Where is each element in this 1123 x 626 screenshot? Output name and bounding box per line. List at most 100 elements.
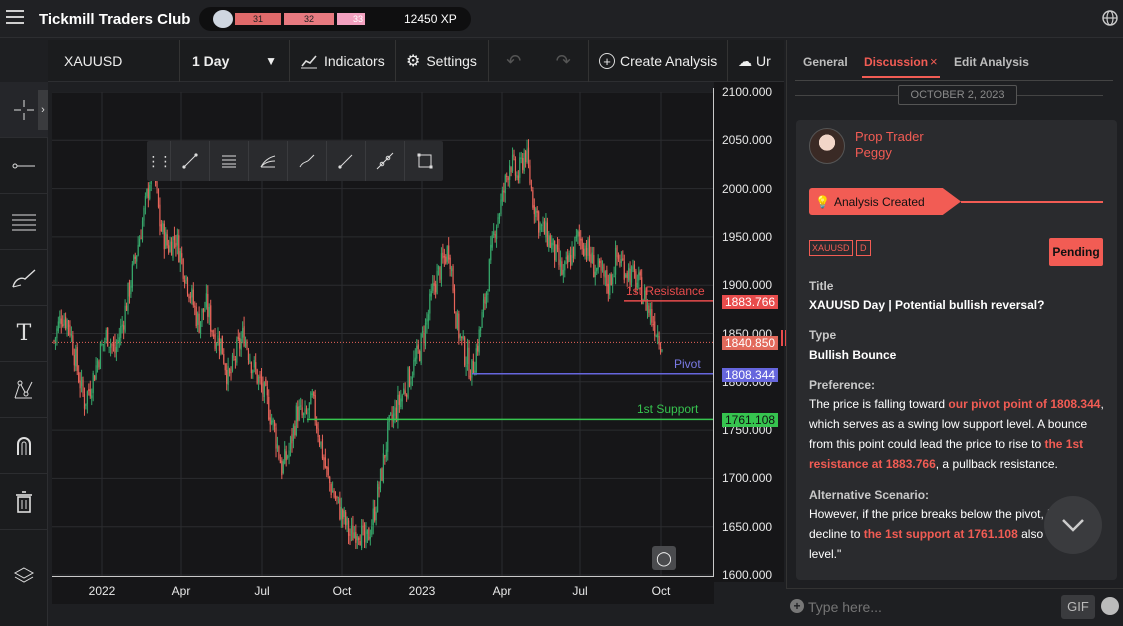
- trendline-tool[interactable]: [0, 138, 48, 194]
- candle-body: [410, 381, 412, 385]
- parallel-channel-icon[interactable]: [210, 141, 249, 181]
- tab-general[interactable]: General: [803, 55, 848, 69]
- close-tab-icon[interactable]: ×: [930, 54, 938, 69]
- expand-arrow-icon[interactable]: ›: [38, 90, 48, 130]
- globe-icon[interactable]: [1101, 9, 1119, 27]
- candle-body: [156, 181, 158, 189]
- candle-body: [481, 312, 483, 328]
- time-axis[interactable]: [52, 576, 714, 604]
- candle-body: [455, 311, 457, 329]
- resistance-price-tag: 1883.766: [722, 295, 779, 309]
- candle-body: [452, 265, 454, 291]
- candle-body: [423, 333, 425, 343]
- message-input[interactable]: [808, 596, 1048, 618]
- candle-body: [108, 346, 110, 348]
- candle-body: [436, 270, 438, 295]
- candle-body: [498, 213, 501, 219]
- rectangle-icon[interactable]: [405, 141, 444, 181]
- candle-body: [163, 223, 165, 250]
- candle-body: [578, 231, 580, 237]
- chart-toolbar: XAUUSD 1 Day ▼ Indicators ⚙ Settings ↶ ↷ + C…: [48, 40, 784, 82]
- pattern-tool[interactable]: [0, 362, 48, 418]
- candle-body: [571, 248, 573, 265]
- candle-body: [224, 363, 226, 371]
- candle-body: [237, 336, 239, 340]
- timeframe-select[interactable]: 1 Day ▼: [180, 40, 290, 82]
- text-tool[interactable]: T: [0, 306, 48, 362]
- candle-body: [639, 271, 641, 276]
- preference-text: The price is falling toward our pivot po…: [809, 394, 1107, 474]
- analysis-created-banner: 💡 Analysis Created: [809, 188, 961, 215]
- candle-body: [111, 344, 113, 346]
- tab-edit-analysis[interactable]: Edit Analysis: [954, 55, 1029, 69]
- bulb-icon: 💡: [815, 194, 830, 209]
- candle-body: [604, 271, 607, 278]
- candle-body: [207, 293, 209, 317]
- symbol-selector[interactable]: XAUUSD: [48, 40, 180, 82]
- candle-body: [561, 261, 563, 275]
- scroll-down-button[interactable]: [1044, 496, 1102, 554]
- candle-body: [538, 211, 540, 233]
- fib-tool[interactable]: [0, 194, 48, 250]
- menu-icon[interactable]: [6, 10, 24, 24]
- indicators-button[interactable]: Indicators: [290, 40, 396, 82]
- candle-body: [583, 248, 585, 257]
- candle-body: [307, 412, 309, 414]
- candle-body: [657, 333, 659, 338]
- candle-body: [252, 370, 254, 374]
- candle-body: [648, 305, 650, 313]
- candle-body: [569, 255, 572, 266]
- drag-handle-icon[interactable]: ⋮⋮: [147, 141, 173, 181]
- candle-body: [580, 238, 582, 241]
- layers-tool[interactable]: [0, 548, 48, 604]
- candle-body: [398, 394, 400, 405]
- ray-icon[interactable]: [327, 141, 366, 181]
- candle-body: [424, 322, 427, 346]
- candle-body: [83, 394, 86, 409]
- emoji-icon[interactable]: [1101, 597, 1119, 615]
- candle-body: [95, 365, 97, 379]
- redo-icon[interactable]: ↷: [556, 51, 571, 72]
- pivot-label: Pivot: [674, 357, 701, 371]
- pen-icon[interactable]: [288, 141, 327, 181]
- segment-tool-icon[interactable]: [171, 141, 210, 181]
- alternative-label: Alternative Scenario:: [809, 488, 930, 502]
- add-icon[interactable]: +: [790, 599, 804, 613]
- candle-body: [186, 278, 189, 294]
- candle-body: [147, 187, 149, 198]
- tab-discussion[interactable]: Discussion: [864, 55, 928, 69]
- candle-body: [469, 375, 472, 380]
- candle-body: [53, 340, 55, 342]
- extended-line-icon[interactable]: [366, 141, 405, 181]
- chevron-down-icon: [1062, 519, 1084, 532]
- candle-body: [474, 370, 476, 376]
- price-tick-label: 1700.000: [722, 471, 773, 486]
- pref-text-3: , a pullback resistance.: [935, 457, 1058, 471]
- gif-button[interactable]: GIF: [1061, 595, 1095, 619]
- upload-button[interactable]: ☁ Ur: [728, 40, 784, 82]
- support-label: 1st Support: [637, 402, 699, 416]
- fib-fan-icon[interactable]: [249, 141, 288, 181]
- magnet-tool[interactable]: [0, 418, 48, 474]
- candle-body: [429, 293, 431, 314]
- candle-body: [88, 389, 90, 392]
- candle-body: [510, 167, 512, 173]
- candle-body: [404, 390, 406, 394]
- candle-body: [273, 421, 276, 427]
- candle-body: [536, 211, 538, 213]
- candle-body: [86, 391, 88, 404]
- candle-body: [606, 269, 608, 287]
- candle-body: [323, 457, 325, 461]
- candle-body: [63, 319, 65, 326]
- delete-tool[interactable]: [0, 474, 48, 530]
- candle-body: [204, 309, 206, 312]
- lightbulb-icon[interactable]: ◯: [652, 546, 676, 570]
- avatar: [809, 128, 845, 164]
- candle-body: [118, 337, 120, 343]
- candle-body: [250, 362, 252, 374]
- brush-tool[interactable]: [0, 250, 48, 306]
- undo-icon[interactable]: ↶: [506, 51, 521, 72]
- candle-body: [450, 268, 453, 272]
- settings-button[interactable]: ⚙ Settings: [396, 40, 489, 82]
- create-analysis-button[interactable]: + Create Analysis: [589, 40, 728, 82]
